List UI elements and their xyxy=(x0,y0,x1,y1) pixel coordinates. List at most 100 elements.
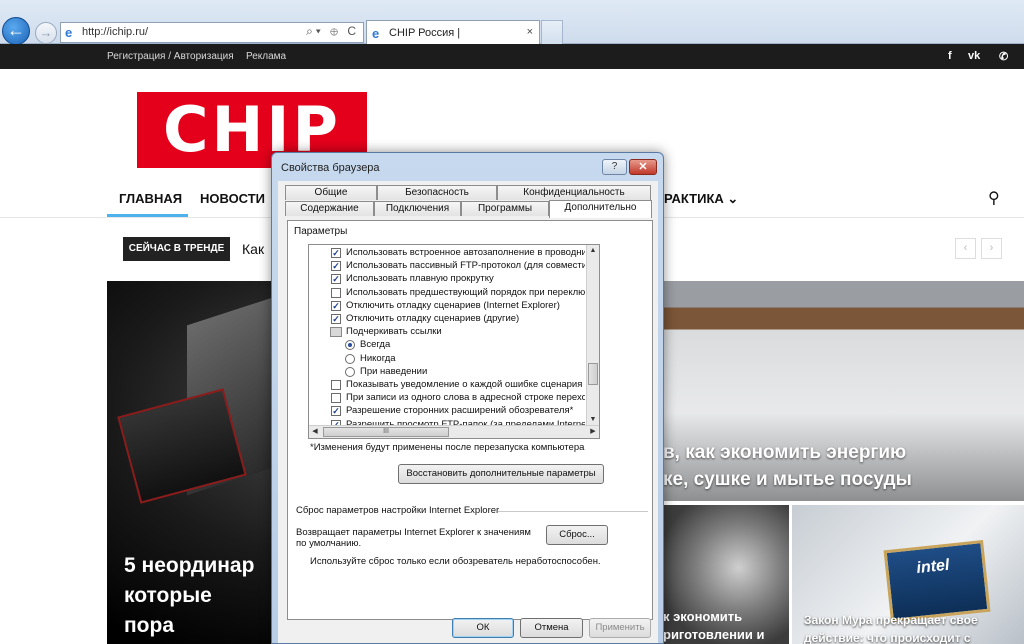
setting-checkbox[interactable]: ✓ xyxy=(331,261,341,272)
new-tab-button[interactable] xyxy=(541,20,563,44)
horizontal-scrollbar[interactable]: ◀ III ▶ xyxy=(309,425,599,438)
tab-advanced[interactable]: Дополнительно xyxy=(549,200,652,218)
scroll-up-icon[interactable]: ▲ xyxy=(587,245,599,257)
scroll-left-icon[interactable]: ◀ xyxy=(309,426,321,438)
article-image xyxy=(117,388,247,504)
setting-label: Всегда xyxy=(360,339,391,351)
search-icon[interactable]: ⚲ xyxy=(988,188,1000,208)
article-headline[interactable]: в, как экономить энергию ке, сушке и мыт… xyxy=(663,439,1023,493)
restore-advanced-button[interactable]: Восстановить дополнительные параметры xyxy=(398,464,604,484)
settings-group-icon xyxy=(330,327,342,338)
trend-prev-button[interactable]: ‹ xyxy=(955,238,976,259)
setting-checkbox[interactable]: ✓ xyxy=(331,406,341,417)
setting-checkbox[interactable] xyxy=(331,380,341,390)
apply-button[interactable]: Применить xyxy=(589,618,651,638)
browser-tab[interactable]: e CHIP Россия | × xyxy=(366,20,540,44)
setting-label: Использовать пассивный FTP-протокол (для… xyxy=(346,260,585,272)
setting-row[interactable]: При наведении xyxy=(309,366,585,379)
setting-row[interactable]: ✓ Разрешение сторонних расширений обозрев… xyxy=(309,405,585,418)
vertical-scrollbar[interactable]: ▲ ▼ xyxy=(586,245,599,426)
setting-row[interactable]: ✓ Использовать встроенное автозаполнение … xyxy=(309,247,585,260)
site-topbar: Регистрация / Авторизация Реклама f vk ✆ xyxy=(0,44,1024,69)
reset-section-title: Сброс параметров настройки Internet Expl… xyxy=(296,505,500,516)
tab-security[interactable]: Безопасность xyxy=(377,185,497,200)
setting-row[interactable]: ✓ Отключить отладку сценариев (Internet E… xyxy=(309,300,585,313)
scroll-right-icon[interactable]: ▶ xyxy=(587,426,599,438)
facebook-icon[interactable]: f xyxy=(948,50,952,62)
nav-item-home[interactable]: ГЛАВНАЯ xyxy=(119,191,182,206)
browser-toolbar: ← → e http://ichip.ru/ ⌕▾ ⊕ C e CHIP Рос… xyxy=(0,0,1024,45)
setting-row[interactable]: Подчеркивать ссылки xyxy=(309,326,585,339)
article-headline[interactable]: Закон Мура прекращает свое действие: что… xyxy=(804,611,978,644)
login-link[interactable]: Регистрация / Авторизация xyxy=(107,51,234,62)
tab-privacy[interactable]: Конфиденциальность xyxy=(497,185,651,200)
article-tile-oven[interactable]: к экономить риготовлении и xyxy=(663,505,789,644)
tab-content[interactable]: Содержание xyxy=(285,201,374,216)
phone-icon[interactable]: ✆ xyxy=(999,50,1008,63)
setting-label: При записи из одного слова в адресной ст… xyxy=(346,392,585,404)
setting-radio[interactable] xyxy=(345,340,355,351)
cancel-button[interactable]: Отмена xyxy=(520,618,583,638)
setting-row[interactable]: Никогда xyxy=(309,353,585,366)
dialog-title: Свойства браузера xyxy=(281,162,380,174)
internet-options-dialog: Свойства браузера ? ✕ Общие Безопасность… xyxy=(271,152,664,644)
setting-label: Отключить отладку сценариев (другие) xyxy=(346,313,520,324)
scroll-thumb[interactable] xyxy=(588,363,598,385)
setting-label: Разрешение сторонних расширений обозрева… xyxy=(346,405,574,417)
setting-checkbox[interactable]: ✓ xyxy=(331,300,341,311)
trend-label: СЕЙЧАС В ТРЕНДЕ xyxy=(123,237,230,261)
setting-label: Использовать плавную прокрутку xyxy=(346,273,494,285)
setting-label: Использовать встроенное автозаполнение в… xyxy=(346,247,585,258)
reset-note: Используйте сброс только если обозревате… xyxy=(310,556,601,567)
setting-row[interactable]: Показывать уведомление о каждой ошибке с… xyxy=(309,379,585,392)
restart-note: *Изменения будут применены после перезап… xyxy=(310,442,585,453)
setting-checkbox[interactable]: ✓ xyxy=(331,274,341,285)
ie-icon: e xyxy=(65,25,73,40)
setting-row[interactable]: Использовать предшествующий порядок при … xyxy=(309,287,585,300)
vk-icon[interactable]: vk xyxy=(968,50,980,62)
tab-general[interactable]: Общие xyxy=(285,185,377,200)
dialog-body: Общие Безопасность Конфиденциальность Со… xyxy=(278,181,658,643)
setting-row[interactable]: ✓ Использовать плавную прокрутку xyxy=(309,273,585,286)
article-tile-cpu[interactable]: intel Закон Мура прекращает свое действи… xyxy=(792,505,1024,644)
close-button[interactable]: ✕ xyxy=(629,159,657,175)
advanced-panel: Параметры ✓ Использовать встроенное автоз… xyxy=(287,220,653,620)
tab-connections[interactable]: Подключения xyxy=(374,201,461,216)
article-tile-washing[interactable]: в, как экономить энергию ке, сушке и мыт… xyxy=(663,281,1024,501)
setting-label: При наведении xyxy=(360,365,428,377)
tab-programs[interactable]: Программы xyxy=(461,201,549,216)
tab-close-icon[interactable]: × xyxy=(527,26,533,38)
forward-arrow-icon[interactable]: → xyxy=(35,22,57,44)
setting-checkbox[interactable] xyxy=(331,287,341,298)
address-bar[interactable]: e http://ichip.ru/ ⌕▾ ⊕ C xyxy=(60,22,364,43)
ie-icon: e xyxy=(372,26,380,41)
section-divider xyxy=(498,511,648,512)
setting-radio[interactable] xyxy=(345,366,355,377)
setting-row[interactable]: При записи из одного слова в адресной ст… xyxy=(309,392,585,405)
ok-button[interactable]: ОК xyxy=(452,618,514,638)
trend-text[interactable]: Как xyxy=(242,241,264,257)
setting-row[interactable]: ✓ Использовать пассивный FTP-протокол (дл… xyxy=(309,260,585,273)
article-headline[interactable]: 5 неординар которые пора дизайном xyxy=(124,551,264,644)
help-button[interactable]: ? xyxy=(602,159,627,175)
back-arrow-icon[interactable]: ← xyxy=(2,17,30,45)
setting-label: Отключить отладку сценариев (Internet Ex… xyxy=(346,299,560,311)
setting-row[interactable]: Всегда xyxy=(309,339,585,352)
address-tools-icons[interactable]: ⌕▾ ⊕ C xyxy=(306,24,359,39)
article-headline[interactable]: к экономить риготовлении и xyxy=(663,608,765,644)
setting-radio[interactable] xyxy=(345,353,355,364)
cpu-image: intel xyxy=(883,539,991,623)
address-url[interactable]: http://ichip.ru/ xyxy=(82,26,148,38)
ads-link[interactable]: Реклама xyxy=(246,51,286,62)
setting-checkbox[interactable]: ✓ xyxy=(331,248,341,258)
setting-row[interactable]: ✓ Отключить отладку сценариев (другие) xyxy=(309,313,585,326)
reset-button[interactable]: Сброс... xyxy=(546,525,608,545)
nav-item-practice[interactable]: РАКТИКА ⌄ xyxy=(664,191,738,207)
setting-checkbox[interactable]: ✓ xyxy=(331,314,341,324)
nav-item-news[interactable]: НОВОСТИ ⌄ xyxy=(200,191,280,207)
setting-label: Использовать предшествующий порядок при … xyxy=(346,286,585,298)
setting-checkbox[interactable] xyxy=(331,393,341,404)
scroll-thumb[interactable]: III xyxy=(323,427,449,437)
settings-list[interactable]: ✓ Использовать встроенное автозаполнение … xyxy=(308,244,600,439)
trend-next-button[interactable]: › xyxy=(981,238,1002,259)
